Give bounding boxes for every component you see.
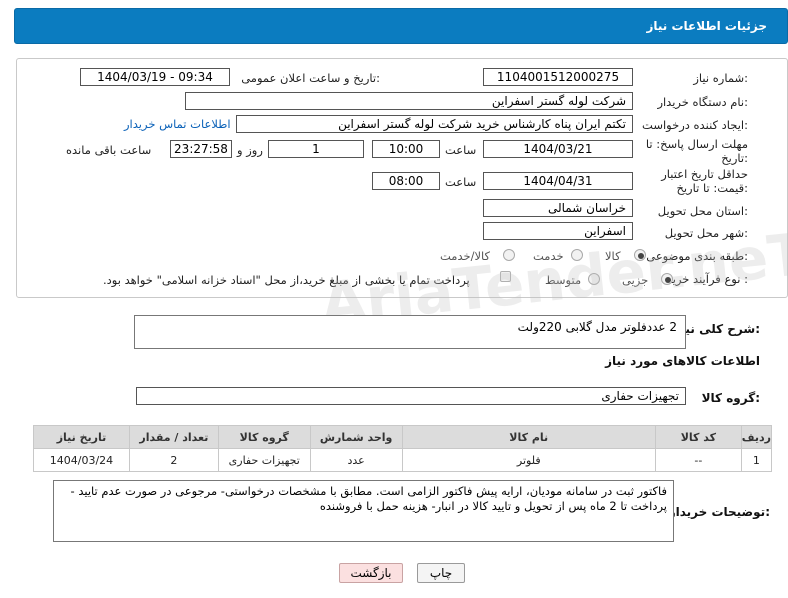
process-radio-medium[interactable] xyxy=(588,273,600,285)
col-item-group: گروه کالا xyxy=(217,425,311,449)
reply-deadline-label: مهلت ارسال پاسخ: تا تاریخ: xyxy=(645,137,748,165)
buyer-org-label: نام دستگاه خریدار: xyxy=(657,95,748,109)
table-header-row: ردیف کد کالا نام کالا واحد شمارش گروه کا… xyxy=(33,425,773,449)
category-radio-service[interactable] xyxy=(571,249,583,261)
reply-days-label: روز و xyxy=(237,143,263,157)
announce-datetime-field: 1404/03/19 - 09:34 xyxy=(80,68,230,86)
description-field: 2 عددفلوتر مدل گلابی 220ولت xyxy=(134,315,686,349)
back-button[interactable]: بازگشت xyxy=(339,563,403,583)
category-radio-goods[interactable] xyxy=(634,249,646,261)
treasury-payment-note: پرداخت تمام یا بخشی از مبلغ خرید،از محل … xyxy=(103,273,470,287)
price-validity-time: 08:00 xyxy=(372,172,440,190)
category-option-service: خدمت xyxy=(533,249,564,263)
goods-group-field: تجهیزات حفاری xyxy=(136,387,686,405)
price-validity-date: 1404/04/31 xyxy=(483,172,633,190)
category-option-goods-service: کالا/خدمت xyxy=(440,249,491,263)
col-row-number: ردیف xyxy=(740,425,773,449)
process-type-label: نوع فرآیند خرید : xyxy=(666,272,748,286)
description-label: شرح کلی نیاز: xyxy=(674,322,760,336)
goods-group-label: گروه کالا: xyxy=(701,391,760,405)
reply-days-field: 1 xyxy=(268,140,364,158)
cell-item-group: تجهیزات حفاری xyxy=(217,448,311,472)
cell-quantity: 2 xyxy=(128,448,219,472)
page-header: جزئیات اطلاعات نیاز xyxy=(14,8,788,44)
need-number-field: 1104001512000275 xyxy=(483,68,633,86)
process-radio-minor[interactable] xyxy=(661,273,673,285)
category-radio-goods-service[interactable] xyxy=(503,249,515,261)
city-label: شهر محل تحویل: xyxy=(664,226,748,240)
announce-datetime-label: تاریخ و ساعت اعلان عمومی: xyxy=(241,71,380,85)
reply-deadline-time: 10:00 xyxy=(372,140,440,158)
print-button[interactable]: چاپ xyxy=(417,563,465,583)
price-validity-time-label: ساعت xyxy=(445,175,477,189)
goods-info-title: اطلاعات کالاهای مورد نیاز xyxy=(605,354,760,368)
reply-time-label: ساعت xyxy=(445,143,477,157)
goods-table: ردیف کد کالا نام کالا واحد شمارش گروه کا… xyxy=(33,425,773,472)
reply-deadline-date: 1404/03/21 xyxy=(483,140,633,158)
requester-field: تکتم ایران پناه کارشناس خرید شرکت لوله گ… xyxy=(236,115,633,133)
buyer-notes-label: توضیحات خریدار: xyxy=(668,505,770,519)
treasury-payment-checkbox[interactable] xyxy=(500,271,511,282)
table-row: 1 -- فلوتر عدد تجهیزات حفاری 2 1404/03/2… xyxy=(33,448,773,472)
province-field: خراسان شمالی xyxy=(483,199,633,217)
buyer-notes-field: فاکتور ثبت در سامانه مودیان، ارایه پیش ف… xyxy=(53,480,674,542)
buyer-org-field: شرکت لوله گستر اسفراین xyxy=(185,92,633,110)
cell-unit: عدد xyxy=(309,448,403,472)
cell-need-date: 1404/03/24 xyxy=(33,448,130,472)
col-need-date: تاریخ نیاز xyxy=(33,425,130,449)
process-option-medium: متوسط xyxy=(545,273,582,287)
province-label: استان محل تحویل: xyxy=(657,204,748,218)
cell-row-number: 1 xyxy=(740,448,773,472)
col-unit: واحد شمارش xyxy=(309,425,403,449)
col-item-code: کد کالا xyxy=(654,425,742,449)
requester-label: ایجاد کننده درخواست: xyxy=(642,118,748,132)
buyer-contact-link[interactable]: اطلاعات تماس خریدار xyxy=(124,117,231,131)
need-number-label: شماره نیاز: xyxy=(693,71,748,85)
cell-item-code: -- xyxy=(654,448,742,472)
col-item-name: نام کالا xyxy=(401,425,656,449)
category-label: طبقه بندی موضوعی: xyxy=(646,249,748,263)
remaining-time-field: 23:27:58 xyxy=(170,140,232,158)
category-option-goods: کالا xyxy=(605,249,621,263)
process-option-minor: جزیی xyxy=(622,273,649,287)
cell-item-name: فلوتر xyxy=(401,448,656,472)
page-title: جزئیات اطلاعات نیاز xyxy=(646,19,767,33)
price-validity-label: حداقل تاریخ اعتبار قیمت: تا تاریخ: xyxy=(661,167,748,195)
city-field: اسفراین xyxy=(483,222,633,240)
col-quantity: تعداد / مقدار xyxy=(128,425,219,449)
remaining-time-label: ساعت باقی مانده xyxy=(66,143,152,157)
